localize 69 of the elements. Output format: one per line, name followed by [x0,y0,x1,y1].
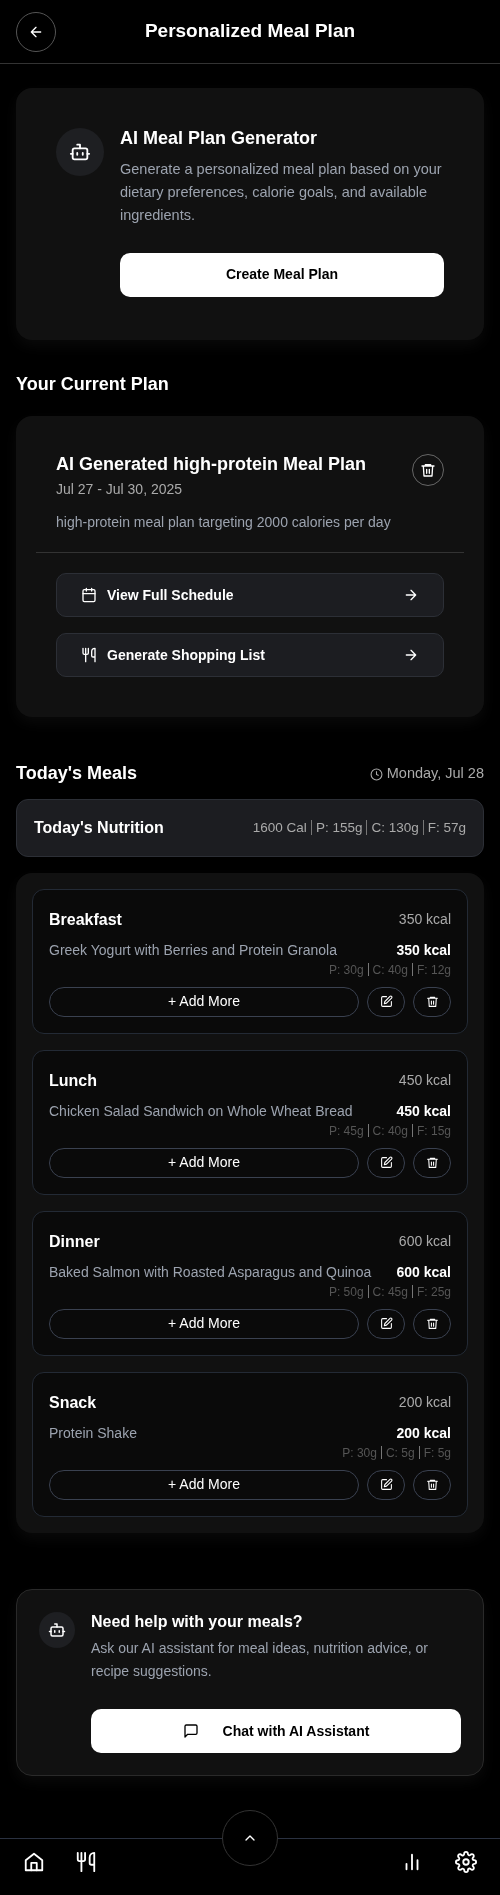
date-label: Monday, Jul 28 [386,764,484,784]
meal-calories: 350 kcal [398,910,451,930]
meal-name: Breakfast [49,909,122,930]
macro-value: C: 40g [372,962,408,977]
edit-icon [379,1317,393,1331]
home-icon [23,1851,45,1874]
meal-name: Snack [49,1392,97,1413]
food-item: Protein Shake [49,1423,137,1443]
card-description: Generate a personalized meal plan based on your dietary preferences, calorie goals, and available ingredients. [120,159,443,225]
plan-title: AI Generated high-protein Meal Plan [56,453,368,476]
nutrition-title: Today's Nutrition [34,817,164,838]
nutrition-value: F: 57g [427,819,466,835]
macro-value: P: 30g [342,1445,377,1460]
section-heading: Today's Meals [16,763,137,785]
nutrition-value: 1600 Cal [252,819,307,835]
chat-icon [182,1723,199,1740]
trash-icon [425,1478,439,1492]
macro-value: P: 30g [328,962,364,977]
section-heading: Your Current Plan [16,374,170,396]
macro-value: P: 50g [328,1284,364,1299]
meal-calories: 450 kcal [398,1071,451,1091]
trash-icon [425,995,439,1009]
settings-icon [455,1851,477,1874]
meal-calories: 600 kcal [398,1232,451,1252]
edit-icon [379,1156,393,1170]
macro-value: C: 40g [372,1123,408,1138]
food-calories: 600 kcal [396,1262,451,1282]
macro-value: F: 15g [416,1123,451,1138]
nav-button[interactable] [454,1850,478,1875]
macro-value: F: 12g [416,962,451,977]
food-item: Greek Yogurt with Berries and Protein Granola [49,940,337,960]
food-calories: 450 kcal [396,1101,451,1121]
card-title: AI Meal Plan Generator [120,128,319,150]
action-button[interactable]: View Full Schedule [56,573,444,618]
macro-value: C: 45g [372,1284,408,1299]
robot-icon [69,141,91,163]
macro-value: P: 45g [328,1123,364,1138]
meal-name: Dinner [49,1231,100,1252]
trash-icon [420,461,436,478]
nutrition-value: C: 130g [371,819,419,835]
card-title: Need help with your meals? [91,1611,304,1632]
food-item: Baked Salmon with Roasted Asparagus and Quinoa [49,1262,372,1282]
edit-icon [379,1478,393,1492]
plan-dates: Jul 27 - Jul 30, 2025 [56,480,184,500]
nav-button[interactable] [74,1850,98,1875]
utensils-icon [75,1851,97,1874]
back-arrow-icon [28,24,44,40]
food-calories: 350 kcal [396,940,451,960]
edit-icon [379,995,393,1009]
meal-name: Lunch [49,1070,97,1091]
nutrition-value: P: 155g [315,819,363,835]
food-item: Chicken Salad Sandwich on Whole Wheat Bread [49,1101,353,1121]
macro-value: C: 5g [385,1445,415,1460]
action-button[interactable]: Generate Shopping List [56,633,444,678]
chat-button[interactable]: Chat with AI Assistant [91,1709,461,1754]
create-meal-plan-button[interactable]: Create Meal Plan [120,252,444,297]
meal-calories: 200 kcal [398,1393,451,1413]
card-description: Ask our AI assistant for meal ideas, nutrition advice, or recipe suggestions. [91,1639,429,1682]
plan-description: high-protein meal plan targeting 2000 calories per day [56,513,391,533]
macro-value: F: 5g [423,1445,451,1460]
macro-value: F: 25g [416,1284,451,1299]
calendar-icon [81,587,97,604]
clock-icon [369,767,383,781]
food-calories: 200 kcal [396,1423,451,1443]
utensils-icon [81,647,97,664]
trash-icon [425,1317,439,1331]
page-title: Personalized Meal Plan [144,20,356,43]
robot-icon [48,1620,66,1639]
trash-icon [425,1156,439,1170]
